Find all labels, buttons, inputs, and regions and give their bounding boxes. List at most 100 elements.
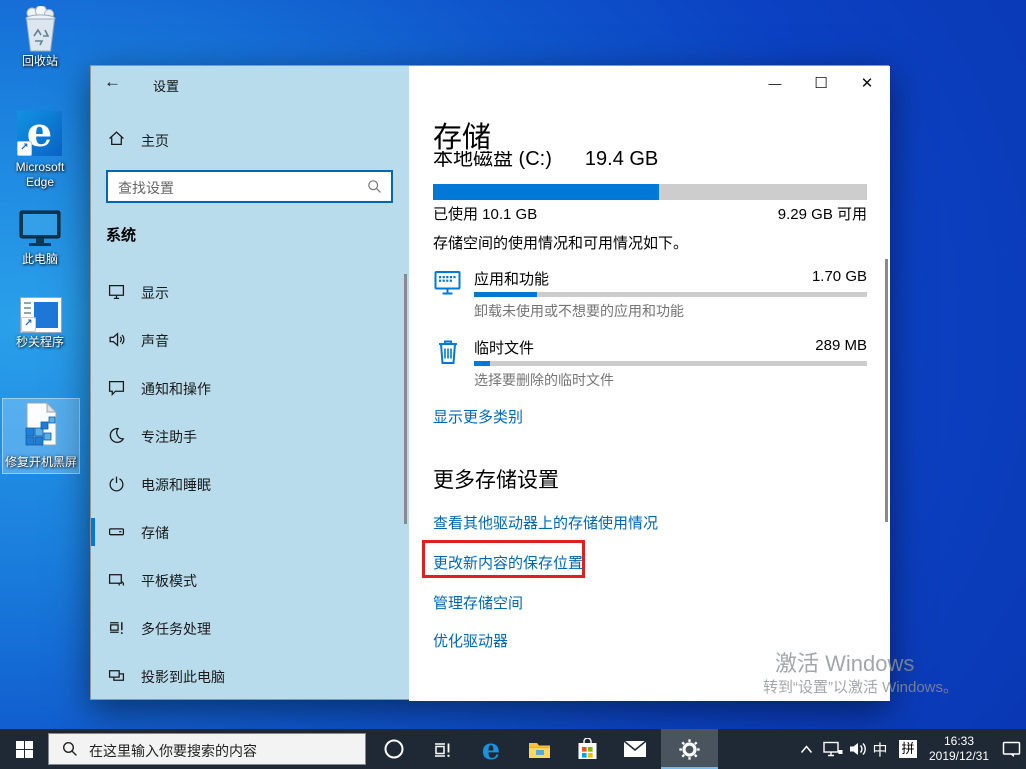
program-icon: ↗ (20, 297, 62, 333)
category-bar-fill (474, 361, 490, 366)
taskbar-search-input[interactable]: 在这里输入你要搜索的内容 (48, 733, 366, 765)
notifications-icon (108, 381, 125, 396)
sidebar-item-tablet-mode[interactable]: 平板模式 (91, 556, 409, 604)
ime-mode-button[interactable]: 拼 (895, 729, 921, 769)
search-settings-input[interactable]: 查找设置 (106, 170, 393, 203)
category-value: 289 MB (815, 337, 867, 354)
apps-features-icon (434, 271, 461, 295)
drive-total: 19.4 GB (584, 151, 659, 170)
more-storage-settings-header: 更多存储设置 (433, 469, 559, 492)
search-placeholder: 查找设置 (118, 180, 174, 196)
desktop-icon-label: 秒关程序 (15, 335, 64, 349)
drive-usage-bar (433, 184, 867, 200)
store-button[interactable] (563, 729, 611, 769)
search-icon (62, 741, 77, 756)
desktop-icon-label: 修复开机黑屏 (4, 455, 77, 469)
shortcut-arrow-icon: ↗ (17, 141, 32, 156)
sidebar-item-project[interactable]: 投影到此电脑 (91, 652, 409, 700)
sidebar-item-sound[interactable]: 声音 (91, 316, 409, 364)
start-button[interactable] (0, 729, 48, 769)
window-title: 设置 (153, 79, 180, 94)
drive-usage-bar-fill (433, 184, 659, 200)
cortana-icon (384, 739, 404, 759)
home-label: 主页 (141, 133, 169, 149)
desktop-icon-label: 回收站 (21, 54, 58, 68)
power-sleep-icon (109, 476, 124, 492)
back-button[interactable]: ← (104, 72, 128, 96)
category-desc: 选择要删除的临时文件 (474, 372, 614, 388)
speaker-icon (850, 743, 866, 755)
task-view-button[interactable] (418, 729, 466, 769)
sidebar-item-multitasking[interactable]: 多任务处理 (91, 604, 409, 652)
minimize-button[interactable]: — (752, 66, 798, 102)
clock[interactable]: 16:33 2019/12/31 (925, 729, 993, 769)
action-center-button[interactable] (996, 729, 1026, 769)
main-scrollbar[interactable] (885, 259, 888, 522)
file-explorer-icon (528, 742, 550, 758)
tablet-mode-icon (108, 574, 125, 586)
sidebar-item-display[interactable]: 显示 (91, 268, 409, 316)
tray-network-button[interactable] (819, 729, 847, 769)
category-row-temp-files[interactable]: 临时文件 289 MB 选择要删除的临时文件 (409, 335, 890, 391)
category-bar (474, 361, 867, 366)
settings-window: ← 设置 主页 查找设置 系统 显示 声音 通知和操作 专注助手 电源和睡眠 存… (90, 65, 890, 701)
mail-button[interactable] (611, 729, 659, 769)
sidebar-scrollbar[interactable] (404, 274, 407, 524)
cortana-button[interactable] (370, 729, 418, 769)
task-view-icon (434, 742, 450, 757)
sidebar-item-storage[interactable]: 存储 (91, 508, 409, 556)
settings-taskbar-button[interactable] (661, 729, 718, 769)
edge-tile-icon: e ↗ (17, 111, 62, 156)
desktop-icon-label: 此电脑 (21, 252, 58, 266)
sidebar-item-focus-assist[interactable]: 专注助手 (91, 412, 409, 460)
desktop: 回收站 e ↗ Microsoft Edge 此电脑 ↗ 秒关程序 修复开机黑屏… (0, 0, 1026, 769)
gear-icon (679, 738, 700, 760)
link-optimize-drives[interactable]: 优化驱动器 (433, 630, 508, 651)
tray-chevron-button[interactable] (793, 729, 819, 769)
windows-logo-icon (15, 740, 33, 758)
category-value: 1.70 GB (811, 268, 867, 285)
desktop-icon-registry-fix[interactable]: 修复开机黑屏 (2, 398, 80, 474)
settings-main-pane: — ☐ ✕ 存储 本地磁盘 (C:) 19.4 GB 已使用 10.1 GB 9.… (409, 66, 890, 701)
link-manage-storage-spaces[interactable]: 管理存储空间 (433, 592, 523, 613)
category-row-apps-features[interactable]: 应用和功能 1.70 GB 卸载未使用或不想要的应用和功能 (409, 266, 890, 322)
link-view-other-drives[interactable]: 查看其他驱动器上的存储使用情况 (433, 512, 658, 533)
home-icon (109, 131, 124, 145)
category-bar-fill (474, 292, 537, 297)
chevron-up-icon (800, 744, 812, 753)
focus-assist-icon (109, 427, 125, 443)
category-title: 应用和功能 (474, 271, 550, 288)
sound-icon (109, 332, 125, 347)
sidebar-section-header: 系统 (106, 227, 137, 244)
page-title: 存储 (433, 114, 683, 154)
store-icon (578, 738, 596, 759)
drive-free-label: 9.29 GB 可用 (777, 206, 867, 223)
project-icon (108, 670, 125, 681)
drive-used-label: 已使用 10.1 GB (433, 206, 538, 223)
this-pc-icon (19, 210, 61, 246)
ime-language-button[interactable]: 中 (867, 729, 893, 769)
registry-file-icon (25, 402, 58, 446)
active-accent-bar (91, 518, 95, 546)
display-icon (108, 285, 125, 300)
taskbar-edge-button[interactable]: e (467, 729, 515, 769)
sidebar-item-home[interactable]: 主页 (91, 122, 409, 156)
maximize-button[interactable]: ☐ (798, 66, 844, 102)
shortcut-arrow-icon: ↗ (21, 317, 36, 332)
sidebar-item-power-sleep[interactable]: 电源和睡眠 (91, 460, 409, 508)
temp-files-icon (439, 340, 457, 364)
link-change-save-location[interactable]: 更改新内容的保存位置 (433, 552, 583, 573)
taskbar-search-placeholder: 在这里输入你要搜索的内容 (89, 743, 257, 759)
close-button[interactable]: ✕ (844, 66, 890, 102)
clock-date: 2019/12/31 (928, 749, 990, 763)
file-explorer-button[interactable] (515, 729, 563, 769)
window-controls: — ☐ ✕ (752, 66, 890, 102)
search-icon (368, 180, 381, 193)
network-icon (823, 741, 843, 756)
clock-time: 16:33 (943, 734, 975, 748)
show-more-categories-link[interactable]: 显示更多类别 (433, 406, 523, 427)
desktop-icon-label: Microsoft (15, 160, 65, 174)
sidebar-item-notifications[interactable]: 通知和操作 (91, 364, 409, 412)
drive-row-clipped: 本地磁盘 (C:) 19.4 GB (433, 151, 870, 171)
desktop-icon-label: Edge (25, 175, 55, 189)
